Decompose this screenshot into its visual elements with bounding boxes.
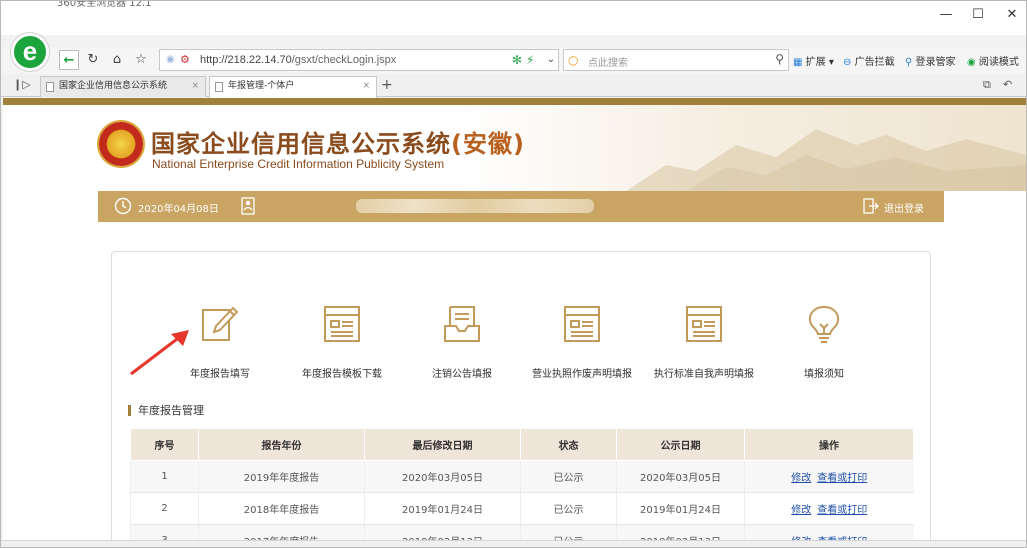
security-icon: ◉ (166, 54, 175, 65)
settings-icon[interactable]: ✻ (512, 53, 522, 67)
search-engine-icon[interactable]: ○ (568, 53, 578, 67)
col-header-published: 公示日期 (616, 428, 745, 461)
site-subtitle: National Enterprise Credit Information P… (152, 157, 445, 171)
login-manager-button[interactable]: ⚲ 登录管家 (905, 53, 956, 68)
template-icon (564, 306, 600, 342)
navigation-bar: ← ↻ ⌂ ☆ ◉ ⚙ http://218.22.14.70/gsxt/che… (1, 47, 1026, 73)
ad-block-button[interactable]: ⊖ 广告拦截 (843, 53, 895, 68)
main-panel: 年度报告填写 年度报告模板下载 注销公告填报 营业执照作废声明填报 执行标准自我… (111, 251, 931, 547)
template-icon (324, 306, 360, 342)
cell-published: 2019年01月24日 (616, 492, 745, 525)
sidebar-toggle-icon[interactable]: ❙▷ (13, 78, 31, 91)
bolt-icon[interactable]: ⚡ (526, 53, 534, 67)
username-redacted (356, 199, 594, 213)
horizontal-scrollbar[interactable] (1, 540, 1026, 547)
maximize-button[interactable]: ☐ (963, 5, 993, 25)
restore-tabs-icon[interactable]: ⧉ (983, 78, 991, 92)
filing-notice-button[interactable]: 填报须知 (754, 304, 894, 380)
tab-bar: ❙▷ 国家企业信用信息公示系统 × 年报管理-个体户 × + ⧉ ↶ (1, 75, 1026, 98)
favorite-star-icon[interactable]: ☆ (131, 50, 151, 70)
logout-icon[interactable] (863, 198, 879, 214)
col-header-no: 序号 (130, 428, 199, 461)
edit-link[interactable]: 修改 (791, 473, 811, 484)
section-title: 年度报告管理 (128, 405, 204, 416)
back-button[interactable]: ← (59, 50, 79, 70)
standard-statement-button[interactable]: 执行标准自我声明填报 (634, 304, 774, 380)
url-dropdown-chevron-icon[interactable]: ⌄ (541, 50, 561, 70)
col-header-status: 状态 (520, 428, 617, 461)
cell-published: 2020年03月05日 (616, 460, 745, 493)
current-date: 2020年04月08日 (138, 204, 219, 215)
table-header-row: 序号 报告年份 最后修改日期 状态 公示日期 操作 (130, 428, 914, 461)
cell-year: 2019年年度报告 (198, 460, 365, 493)
cell-no: 1 (130, 460, 199, 493)
template-icon (686, 306, 722, 342)
extend-menu[interactable]: ▦ 扩展 ▾ (793, 53, 834, 68)
browser-window: 360安全浏览器 12.1 — ☐ ✕ ← ↻ ⌂ ☆ ◉ ⚙ http://2… (0, 0, 1027, 548)
annual-report-table: 序号 报告年份 最后修改日期 状态 公示日期 操作 1 2019年年度报告 20… (130, 428, 914, 547)
read-mode-button[interactable]: ◉ 阅读模式 (967, 53, 1019, 68)
edit-icon (202, 306, 239, 341)
col-header-actions: 操作 (744, 428, 914, 461)
col-header-year: 报告年份 (198, 428, 365, 461)
license-void-statement-button[interactable]: 营业执照作废声明填报 (512, 304, 652, 380)
key-icon: ⚲ (905, 57, 913, 68)
view-print-link[interactable]: 查看或打印 (817, 505, 867, 516)
shield-icon: ⊖ (843, 57, 852, 68)
table-row: 1 2019年年度报告 2020年03月05日 已公示 2020年03月05日 … (130, 460, 914, 493)
cell-no: 2 (130, 492, 199, 525)
address-bar[interactable]: ◉ ⚙ http://218.22.14.70/gsxt/checkLogin.… (159, 49, 559, 71)
cell-modified: 2019年01月24日 (364, 492, 521, 525)
user-bar: 2020年04月08日 退出登录 (98, 191, 944, 222)
search-input[interactable]: 点此搜索 (588, 54, 628, 69)
logout-link[interactable]: 退出登录 (884, 200, 924, 215)
table-row: 2 2018年年度报告 2019年01月24日 已公示 2019年01月24日 … (130, 492, 914, 525)
title-bar: 360安全浏览器 12.1 — ☐ ✕ (1, 1, 1026, 35)
web-page: 国家企业信用信息公示系统(安徽) National Enterprise Cre… (3, 98, 1026, 547)
cell-status: 已公示 (520, 460, 617, 493)
cell-modified: 2020年03月05日 (364, 460, 521, 493)
search-icon[interactable]: ⚲ (775, 52, 784, 66)
close-window-button[interactable]: ✕ (997, 5, 1026, 25)
clock-icon (114, 197, 132, 215)
cell-actions: 修改查看或打印 (744, 460, 914, 493)
window-title: 360安全浏览器 12.1 (57, 1, 152, 9)
read-mode-icon: ◉ (967, 57, 976, 68)
tab-annual-report[interactable]: 年报管理-个体户 × (209, 76, 377, 98)
search-box[interactable]: ○ 点此搜索 ⚲ (563, 49, 789, 71)
cell-actions: 修改查看或打印 (744, 492, 914, 525)
minimize-button[interactable]: — (931, 5, 961, 25)
user-card-icon (241, 197, 255, 215)
url-text: http://218.22.14.70/gsxt/checkLogin.jspx (200, 54, 397, 66)
privacy-icon: ⚙ (180, 53, 190, 66)
red-arrow-annotation (130, 330, 189, 376)
top-stripe (3, 98, 1026, 105)
col-header-modified: 最后修改日期 (364, 428, 521, 461)
home-button[interactable]: ⌂ (107, 50, 127, 70)
close-tab-icon[interactable]: × (191, 77, 199, 96)
tab-gsxt[interactable]: 国家企业信用信息公示系统 × (40, 76, 206, 97)
site-title: 国家企业信用信息公示系统(安徽) (151, 130, 525, 158)
cell-status: 已公示 (520, 492, 617, 525)
browser-logo-icon[interactable]: e (11, 33, 49, 71)
annual-report-template-button[interactable]: 年度报告模板下载 (272, 304, 412, 380)
new-tab-button[interactable]: + (381, 77, 393, 93)
cancellation-notice-button[interactable]: 注销公告填报 (392, 304, 532, 380)
national-emblem-icon (99, 122, 143, 166)
view-print-link[interactable]: 查看或打印 (817, 473, 867, 484)
page-icon (46, 82, 54, 92)
lightbulb-icon (808, 305, 840, 343)
inbox-icon (444, 306, 480, 342)
undo-close-icon[interactable]: ↶ (1003, 78, 1012, 91)
mountain-decoration (626, 129, 1026, 191)
grid-icon: ▦ (793, 57, 803, 68)
page-icon (215, 82, 223, 92)
reload-button[interactable]: ↻ (83, 50, 103, 70)
edit-link[interactable]: 修改 (791, 505, 811, 516)
close-tab-icon[interactable]: × (362, 77, 370, 96)
cell-year: 2018年年度报告 (198, 492, 365, 525)
